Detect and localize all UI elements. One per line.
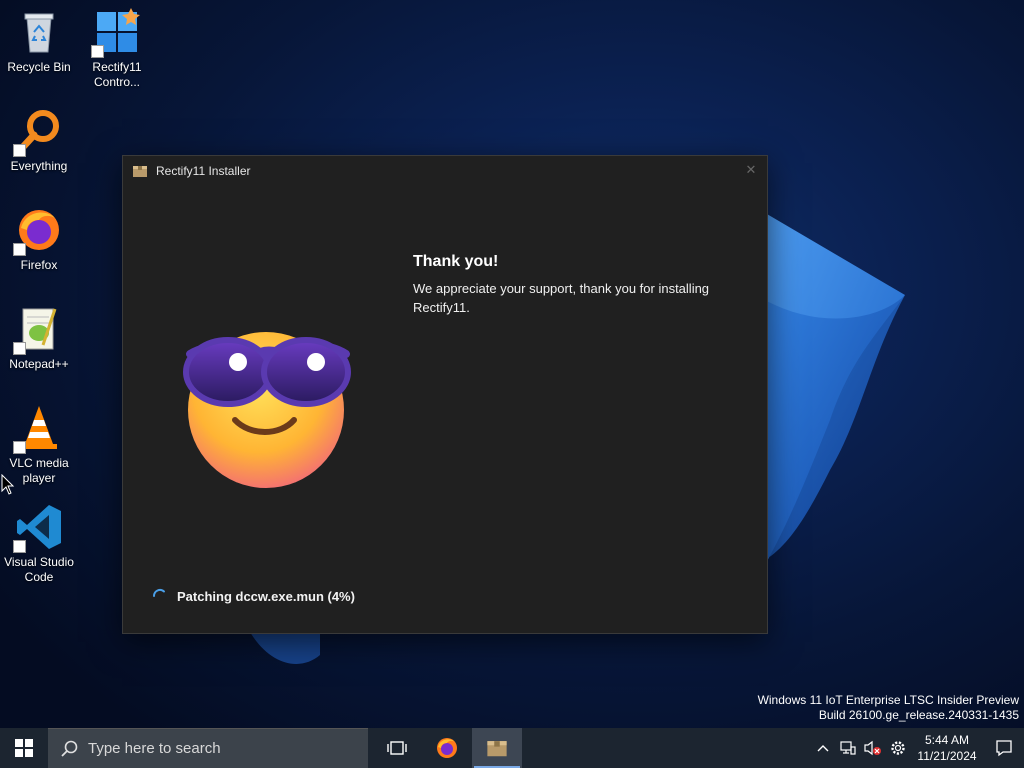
recycle-bin-icon [15, 8, 63, 56]
window-titlebar[interactable]: Rectify11 Installer ✕ [123, 156, 767, 186]
window-title: Rectify11 Installer [156, 164, 251, 178]
shortcut-arrow-icon [13, 243, 26, 256]
desktop-icon-label: Firefox [20, 258, 58, 272]
installer-window: Rectify11 Installer ✕ Thank you! We appr… [122, 155, 768, 634]
notepadpp-icon [13, 305, 63, 355]
installer-box-icon [487, 741, 507, 757]
smiling-face-with-sunglasses-icon [183, 332, 351, 488]
desktop-icon-label: Visual Studio Code [4, 555, 74, 584]
taskbar-firefox[interactable] [422, 728, 472, 768]
volume-button[interactable] [860, 728, 885, 768]
shortcut-arrow-icon [13, 441, 26, 454]
everything-search-icon [13, 107, 63, 157]
mouse-cursor-icon [1, 474, 15, 495]
close-icon[interactable]: ✕ [743, 162, 759, 178]
desktop-icon-notepadpp[interactable]: Notepad++ [1, 305, 77, 372]
progress-spinner-icon [152, 588, 165, 597]
thank-you-heading: Thank you! [413, 253, 499, 270]
clock-time: 5:44 AM [924, 733, 970, 747]
chevron-up-icon [817, 745, 828, 752]
desktop-icon-label: Rectify11 Contro... [92, 60, 142, 89]
system-tray: 5:44 AM 11/21/2024 [810, 728, 1024, 768]
shortcut-arrow-icon [91, 45, 104, 58]
desktop-icon-recycle-bin[interactable]: Recycle Bin [1, 8, 77, 75]
rectify11-control-panel-icon [91, 8, 141, 58]
taskbar-search-box[interactable]: Type here to search [48, 728, 368, 768]
network-button[interactable] [835, 728, 860, 768]
settings-button[interactable] [885, 728, 910, 768]
search-placeholder: Type here to search [88, 740, 221, 757]
start-button[interactable] [0, 728, 48, 768]
task-view-button[interactable] [372, 728, 422, 768]
status-text: Patching dccw.exe.mun (4%) [177, 588, 355, 604]
shortcut-arrow-icon [13, 342, 26, 355]
os-build-watermark: Windows 11 IoT Enterprise LTSC Insider P… [758, 693, 1019, 723]
desktop-icon-vscode[interactable]: Visual Studio Code [1, 503, 77, 585]
taskbar: Type here to search 5:44 AM 11/21/2024 [0, 728, 1024, 768]
vscode-icon [13, 503, 63, 553]
vlc-icon [13, 404, 63, 454]
desktop-icon-everything[interactable]: Everything [1, 107, 77, 174]
shortcut-arrow-icon [13, 144, 26, 157]
clock-date: 11/21/2024 [917, 749, 977, 763]
search-icon [61, 740, 78, 757]
notification-icon [996, 740, 1012, 757]
task-view-icon [387, 741, 407, 755]
windows-logo-icon [15, 739, 33, 757]
desktop-icon-label: Everything [10, 159, 68, 173]
thank-you-message: We appreciate your support, thank you fo… [413, 281, 710, 315]
desktop-icon-label: Notepad++ [9, 357, 69, 371]
desktop-icon-firefox[interactable]: Firefox [1, 206, 77, 273]
volume-muted-icon [863, 740, 881, 756]
firefox-icon [13, 206, 63, 256]
desktop-icon-label: Recycle Bin [7, 60, 71, 74]
desktop-icon-rectify11-control-center[interactable]: Rectify11 Contro... [79, 8, 155, 90]
network-icon [839, 741, 856, 755]
firefox-icon [437, 738, 457, 758]
gear-icon [890, 741, 905, 755]
action-center-button[interactable] [984, 728, 1024, 768]
taskbar-clock[interactable]: 5:44 AM 11/21/2024 [910, 732, 984, 764]
watermark-edition: Windows 11 IoT Enterprise LTSC Insider P… [757, 693, 1019, 707]
installer-box-icon [133, 166, 147, 177]
watermark-build: Build 26100.ge_release.240331-1435 [818, 708, 1019, 722]
install-status: Patching dccw.exe.mun (4%) [151, 587, 355, 605]
taskbar-rectify11-installer[interactable] [472, 728, 522, 768]
show-hidden-icons-button[interactable] [810, 728, 835, 768]
shortcut-arrow-icon [13, 540, 26, 553]
